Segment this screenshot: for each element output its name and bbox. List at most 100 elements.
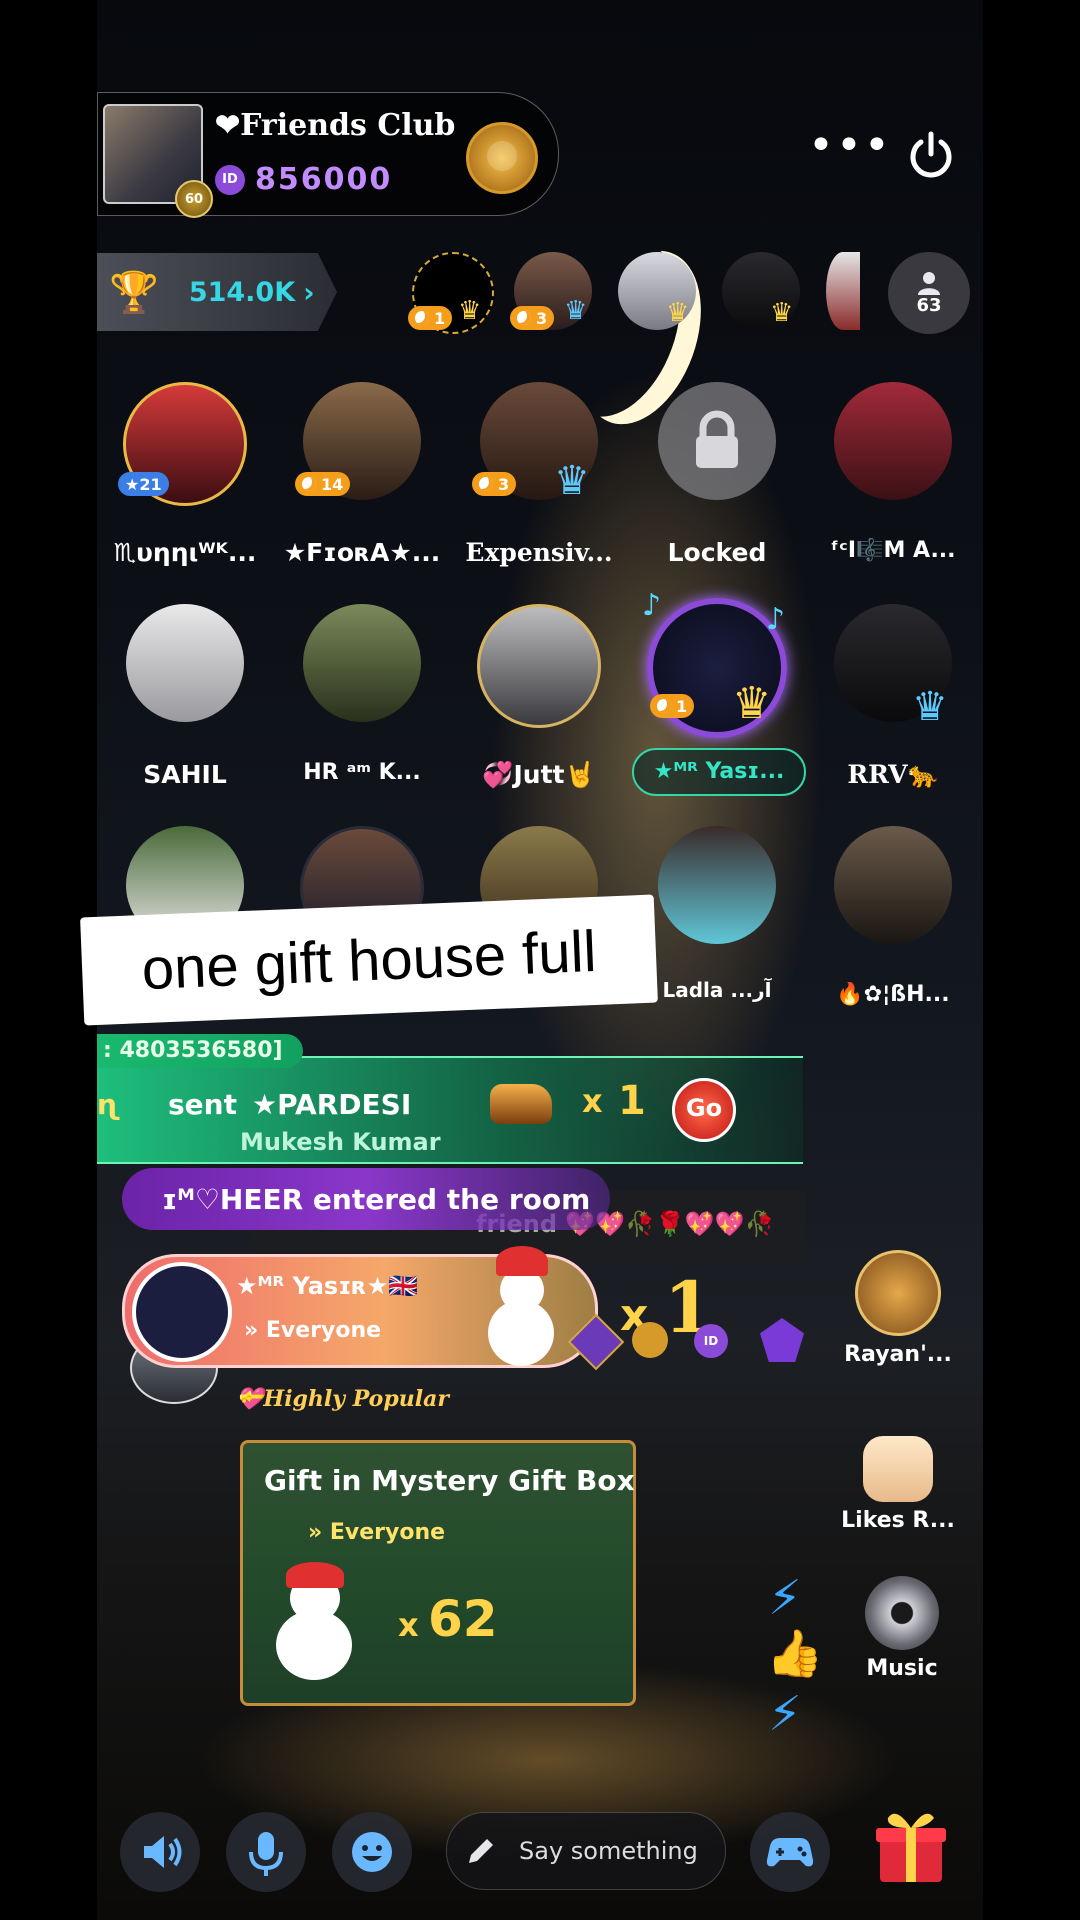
mystery-box-target: » Everyone <box>308 1520 446 1545</box>
lightning-icon: ⚡ <box>768 1570 802 1626</box>
seat-avatar <box>834 826 952 944</box>
crown-icon: ♛ <box>666 298 690 328</box>
seat-name: ★FɪᴏʀA★... <box>283 538 441 567</box>
speaker-button[interactable] <box>120 1812 200 1892</box>
speaker-icon <box>144 1836 182 1868</box>
seat-name: ★ᴹᴿ Yasɪ... <box>632 748 806 796</box>
mic-seat[interactable]: ᶠᶜI🎼M A... <box>808 382 978 563</box>
rayan-event-button[interactable]: Rayan'... <box>838 1250 958 1367</box>
seat-name: Locked <box>667 538 767 567</box>
app-root: 60 ❤Friends Club ID 856000 ••• 🏆 514.0K … <box>0 0 1080 1920</box>
lightning-icon: ⚡ <box>768 1686 802 1742</box>
exit-power-icon[interactable] <box>904 128 958 182</box>
snowman-hat <box>496 1246 548 1276</box>
mic-seat-speaking[interactable]: ♪ ♪ 1 ♛ ★ᴹᴿ Yasɪ... <box>632 588 806 796</box>
gift-receiver-name: Mukesh Kumar <box>240 1128 441 1156</box>
top-user-avatar[interactable] <box>826 252 860 330</box>
room-id: 856000 <box>255 162 393 197</box>
music-note-icon: ♪ <box>766 602 786 637</box>
mic-seat[interactable]: 💞Jutt🤘 <box>454 604 624 789</box>
gift-box-button[interactable] <box>866 1800 956 1890</box>
crown-icon: ♛ <box>554 458 590 504</box>
microphone-icon <box>249 1832 283 1876</box>
seat-name: ᶠᶜI🎼M A... <box>830 538 956 563</box>
host-level-badge: 60 <box>175 180 213 218</box>
seat-avatar <box>658 826 776 944</box>
microphone-button[interactable] <box>226 1812 306 1892</box>
seat-name: RRV🐆 <box>847 760 939 789</box>
likes-label: Likes R... <box>841 1508 955 1533</box>
pencil-icon <box>469 1839 493 1863</box>
mic-seat[interactable]: HR ᵃᵐ K... <box>277 604 447 785</box>
rayan-event-label: Rayan'... <box>844 1342 952 1367</box>
chat-input-placeholder: Say something <box>519 1837 698 1865</box>
online-viewers-button[interactable]: 63 <box>888 252 970 334</box>
video-caption: one gift house full <box>80 894 658 1026</box>
mic-seat[interactable]: 14 ★FɪᴏʀA★... <box>277 382 447 567</box>
send-target: » Everyone <box>244 1318 382 1343</box>
gift-count: 62 <box>428 1590 498 1648</box>
seat-name: HR ᵃᵐ K... <box>303 760 421 785</box>
person-icon <box>918 271 940 295</box>
emoji-button[interactable] <box>332 1812 412 1892</box>
user-entered-banner: ɪᴹ♡HEER entered the room <box>122 1168 610 1230</box>
top-user-count-badge: 3 <box>510 306 555 330</box>
badge-icon <box>632 1322 668 1358</box>
seat-name: SAHIL <box>143 760 227 789</box>
mic-seat[interactable]: 🔥✿¦ßH... <box>808 826 978 1007</box>
more-options-button[interactable]: ••• <box>808 124 890 172</box>
mic-seat[interactable]: SAHIL <box>100 604 270 789</box>
seat-name: 🔥✿¦ßH... <box>836 982 950 1007</box>
car-gift-icon <box>490 1084 552 1124</box>
gift-sent-label: sent <box>168 1088 237 1121</box>
crown-icon: ♛ <box>912 684 948 730</box>
chevron-right-icon: › <box>303 275 315 309</box>
mic-seat[interactable]: ♛ RRV🐆 <box>808 604 978 789</box>
id-icon: ID <box>215 164 245 195</box>
room-id-row: ID 856000 <box>215 162 392 197</box>
trophy-icon: 🏆 <box>109 269 159 316</box>
music-button[interactable]: Music <box>842 1576 962 1681</box>
gift-multiplier-x: x <box>582 1082 603 1120</box>
contribution-ranking-button[interactable]: 🏆 514.0K › <box>97 253 337 331</box>
event-medal-icon <box>855 1250 941 1336</box>
id-icon: ID <box>694 1324 728 1358</box>
room-title: ❤Friends Club <box>215 108 456 143</box>
game-button[interactable] <box>750 1812 830 1892</box>
snowman-hat <box>286 1562 344 1588</box>
music-label: Music <box>866 1656 938 1681</box>
club-badge-icon[interactable] <box>466 122 538 194</box>
highly-popular-tag: 💝Highly Popular <box>236 1386 449 1412</box>
likes-button[interactable]: Likes R... <box>838 1436 958 1533</box>
go-button[interactable]: Go <box>672 1078 736 1142</box>
seat-avatar <box>477 604 601 728</box>
gift-count: 1 <box>618 1078 646 1124</box>
sender-name: ★ᴹᴿ Yasɪʀ★🇬🇧 <box>236 1272 419 1300</box>
seat-level-badge: ★21 <box>118 472 169 496</box>
seat-avatar <box>303 604 421 722</box>
seat-name: Expensiv... <box>465 538 613 567</box>
gift-sender-name: ɳ <box>97 1088 120 1121</box>
mic-seat-locked[interactable]: Locked <box>632 382 802 567</box>
mic-seat[interactable]: Ladla ...آر <box>632 826 802 1002</box>
chat-input[interactable]: Say something <box>446 1812 726 1890</box>
mystery-box-title: Gift in Mystery Gift Box <box>264 1464 635 1497</box>
sender-avatar[interactable] <box>132 1262 232 1362</box>
contribution-value: 514.0K <box>188 276 296 308</box>
caption-text: one gift house full <box>140 918 598 1002</box>
lock-icon <box>696 410 738 468</box>
seat-name: 💞Jutt🤘 <box>482 760 596 789</box>
mic-seat[interactable]: ★21 ♏υηηιᵂᴷ... <box>100 382 270 567</box>
crown-icon: ♛ <box>564 296 588 326</box>
mic-seat[interactable]: 3 ♛ Expensiv... <box>454 382 624 567</box>
seat-level-badge: 1 <box>650 694 695 718</box>
gift-target-name: ★PARDESI <box>252 1088 412 1121</box>
seat-level-badge: 3 <box>472 472 517 496</box>
entered-text: ɪᴹ♡HEER entered the room <box>162 1182 591 1216</box>
thumbs-up-icon: 👍 <box>766 1626 824 1680</box>
top-user-count-badge: 1 <box>408 306 453 330</box>
mystery-target-label: Everyone <box>329 1520 446 1545</box>
crown-icon: ♛ <box>770 298 794 328</box>
smiley-icon <box>352 1832 392 1872</box>
music-disc-icon <box>865 1576 939 1650</box>
